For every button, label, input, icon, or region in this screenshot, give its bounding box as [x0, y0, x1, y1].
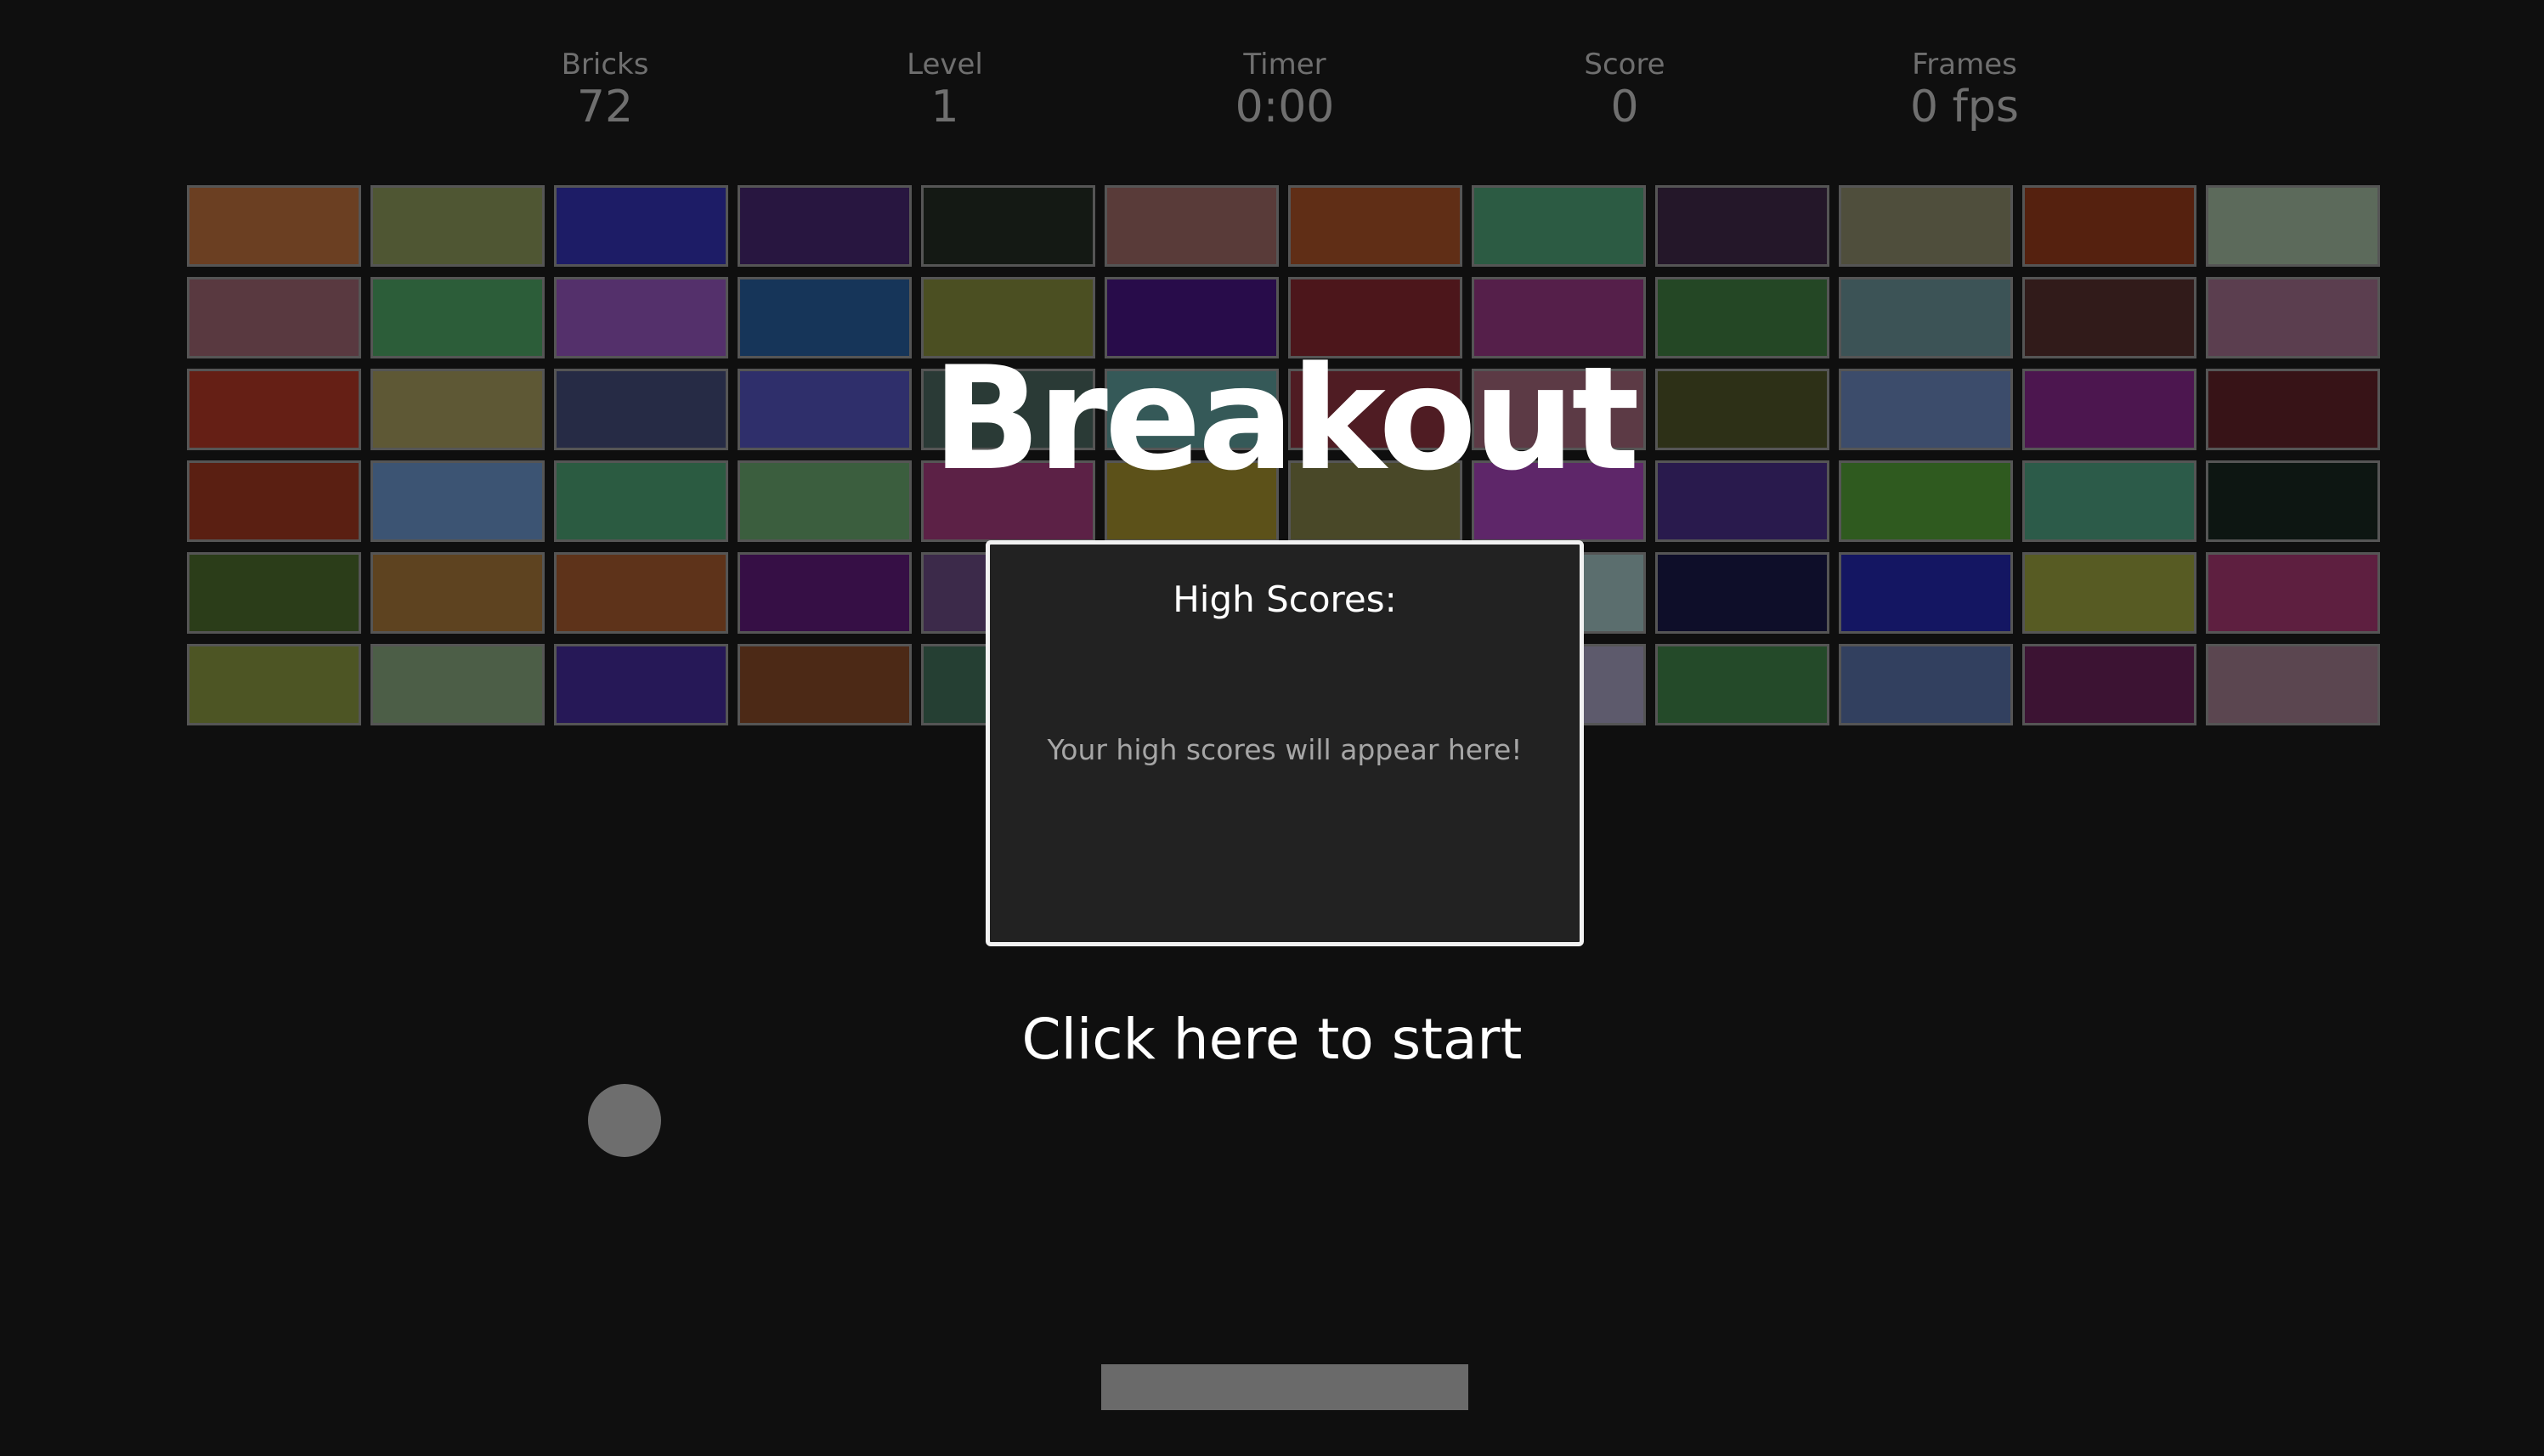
- high-scores-empty-message: Your high scores will appear here!: [1047, 733, 1523, 766]
- ball: [588, 1084, 661, 1157]
- brick: [2022, 644, 2196, 725]
- brick: [1655, 552, 1829, 634]
- game-canvas[interactable]: Bricks 72 Level 1 Timer 0:00 Score 0 Fra…: [0, 0, 2544, 1456]
- hud-frames: Frames 0 fps: [1837, 48, 2092, 133]
- hud-level: Level 1: [817, 48, 1072, 133]
- brick: [187, 460, 361, 542]
- brick: [921, 185, 1095, 267]
- hud-level-value: 1: [930, 82, 959, 133]
- brick: [1839, 644, 2013, 725]
- brick: [2022, 277, 2196, 358]
- brick: [370, 277, 545, 358]
- brick: [1655, 460, 1829, 542]
- brick: [2022, 552, 2196, 634]
- brick: [2206, 460, 2380, 542]
- high-scores-heading: High Scores:: [1173, 578, 1397, 620]
- brick: [1655, 277, 1829, 358]
- start-button[interactable]: Click here to start: [932, 1006, 1612, 1074]
- brick: [187, 552, 361, 634]
- brick: [2206, 277, 2380, 358]
- brick: [187, 644, 361, 725]
- brick: [738, 460, 912, 542]
- hud-score: Score 0: [1497, 48, 1752, 133]
- brick: [1655, 369, 1829, 450]
- brick: [2206, 644, 2380, 725]
- brick: [370, 185, 545, 267]
- hud-timer: Timer 0:00: [1157, 48, 1412, 133]
- brick: [2022, 460, 2196, 542]
- brick: [554, 369, 728, 450]
- brick: [554, 460, 728, 542]
- brick: [187, 277, 361, 358]
- game-title: Breakout: [932, 336, 1640, 502]
- hud-bricks-value: 72: [576, 82, 634, 133]
- brick: [738, 552, 912, 634]
- brick: [738, 369, 912, 450]
- brick: [2022, 185, 2196, 267]
- brick: [1655, 644, 1829, 725]
- brick: [2022, 369, 2196, 450]
- brick: [1839, 185, 2013, 267]
- brick: [738, 185, 912, 267]
- brick: [1288, 185, 1462, 267]
- brick: [1105, 185, 1279, 267]
- hud-score-label: Score: [1584, 48, 1665, 82]
- brick: [187, 369, 361, 450]
- brick: [2206, 369, 2380, 450]
- brick: [370, 369, 545, 450]
- hud-bricks-label: Bricks: [561, 48, 649, 82]
- high-scores-panel: High Scores: Your high scores will appea…: [986, 540, 1584, 946]
- brick: [554, 185, 728, 267]
- brick: [554, 277, 728, 358]
- brick: [370, 644, 545, 725]
- brick: [2206, 185, 2380, 267]
- brick: [738, 277, 912, 358]
- hud-timer-label: Timer: [1243, 48, 1326, 82]
- brick: [554, 644, 728, 725]
- brick: [738, 644, 912, 725]
- hud-timer-value: 0:00: [1235, 82, 1335, 133]
- brick: [554, 552, 728, 634]
- brick: [1472, 185, 1646, 267]
- paddle[interactable]: [1101, 1364, 1468, 1410]
- brick: [1839, 552, 2013, 634]
- brick: [1839, 277, 2013, 358]
- brick: [1839, 460, 2013, 542]
- hud-score-value: 0: [1610, 82, 1639, 133]
- brick: [1655, 185, 1829, 267]
- brick: [370, 460, 545, 542]
- brick: [187, 185, 361, 267]
- hud-frames-label: Frames: [1912, 48, 2017, 82]
- hud-frames-value: 0 fps: [1909, 82, 2020, 133]
- brick: [1839, 369, 2013, 450]
- hud-bricks: Bricks 72: [478, 48, 732, 133]
- hud-level-label: Level: [907, 48, 983, 82]
- brick: [370, 552, 545, 634]
- brick: [2206, 552, 2380, 634]
